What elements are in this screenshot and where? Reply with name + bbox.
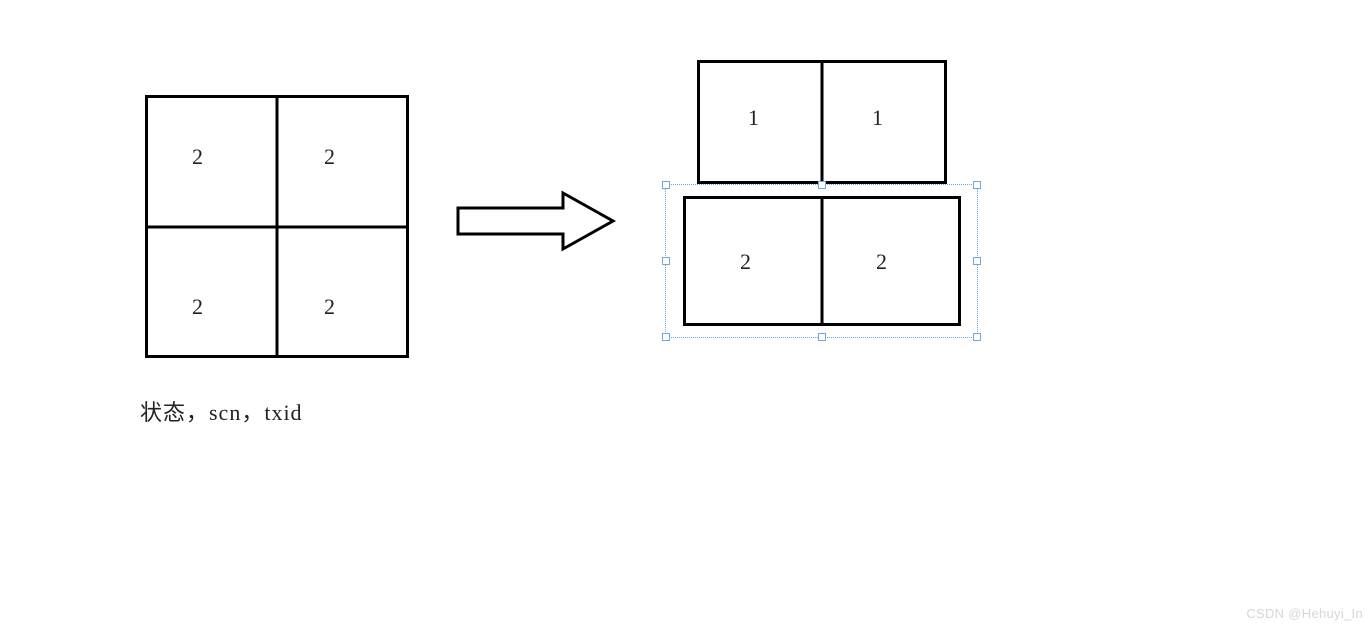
diagram-canvas: 2 2 2 2 状态，scn，txid 1 1 2 2 CSDN @Hehuyi…: [0, 0, 1371, 625]
selection-handle-ne[interactable]: [973, 181, 981, 189]
left-cell-bl: 2: [192, 294, 203, 320]
right-cell-tl: 1: [748, 105, 759, 131]
selection-handle-nw[interactable]: [662, 181, 670, 189]
selection-handle-sw[interactable]: [662, 333, 670, 341]
left-caption: 状态，scn，txid: [140, 395, 303, 427]
watermark: CSDN @Hehuyi_In: [1246, 606, 1363, 621]
left-cell-tr: 2: [324, 144, 335, 170]
right-cell-tr: 1: [872, 105, 883, 131]
left-cell-br: 2: [324, 294, 335, 320]
arrow-right-icon: [453, 186, 623, 256]
right-top-vline: [821, 63, 824, 181]
right-cell-br: 2: [876, 249, 887, 275]
right-bottom-vline: [821, 199, 824, 323]
right-cell-bl: 2: [740, 249, 751, 275]
right-grid-bottom[interactable]: 2 2: [683, 196, 961, 326]
right-grid-top: 1 1: [697, 60, 947, 184]
selection-handle-se[interactable]: [973, 333, 981, 341]
selection-handle-s[interactable]: [818, 333, 826, 341]
left-grid-hline: [148, 225, 406, 228]
left-grid: 2 2 2 2: [145, 95, 409, 358]
selection-handle-n[interactable]: [818, 181, 826, 189]
selection-handle-e[interactable]: [973, 257, 981, 265]
selection-handle-w[interactable]: [662, 257, 670, 265]
left-cell-tl: 2: [192, 144, 203, 170]
